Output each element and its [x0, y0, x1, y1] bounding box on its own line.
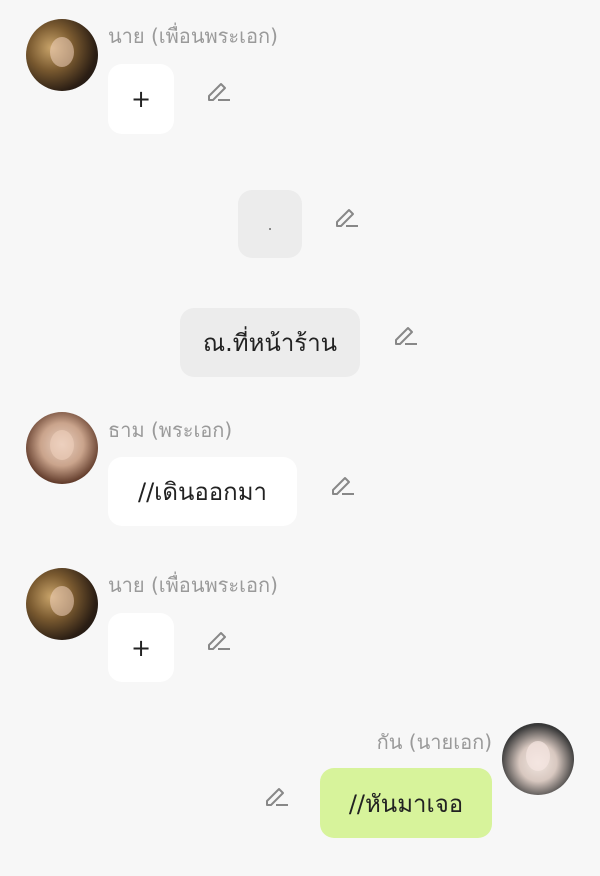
- sender-name: กัน (นายเอก): [376, 730, 492, 754]
- message-bubble[interactable]: +: [108, 613, 174, 682]
- message-text: //เดินออกมา: [137, 478, 268, 506]
- narration-bubble[interactable]: .: [238, 190, 302, 258]
- pencil-edit-icon[interactable]: [391, 320, 419, 348]
- avatar-kan[interactable]: [502, 723, 574, 795]
- message-bubble[interactable]: //หันมาเจอ: [320, 768, 492, 838]
- pencil-edit-icon[interactable]: [332, 202, 360, 230]
- message-text: .: [267, 214, 273, 234]
- pencil-edit-icon[interactable]: [204, 76, 232, 104]
- pencil-edit-icon[interactable]: [262, 781, 290, 809]
- avatar-nai[interactable]: [26, 19, 98, 91]
- message-text: +: [130, 633, 152, 662]
- sender-name: นาย (เพื่อนพระเอก): [108, 573, 278, 597]
- avatar-nai[interactable]: [26, 568, 98, 640]
- sender-name: นาย (เพื่อนพระเอก): [108, 24, 278, 48]
- pencil-edit-icon[interactable]: [328, 470, 356, 498]
- message-text: +: [130, 85, 152, 113]
- sender-name: ธาม (พระเอก): [108, 418, 233, 442]
- narration-bubble[interactable]: ณ.ที่หน้าร้าน: [180, 308, 360, 377]
- message-text: ณ.ที่หน้าร้าน: [202, 329, 338, 357]
- message-text: //หันมาเจอ: [348, 789, 464, 818]
- pencil-edit-icon[interactable]: [204, 625, 232, 653]
- message-bubble[interactable]: +: [108, 64, 174, 134]
- message-bubble[interactable]: //เดินออกมา: [108, 457, 297, 526]
- avatar-tham[interactable]: [26, 412, 98, 484]
